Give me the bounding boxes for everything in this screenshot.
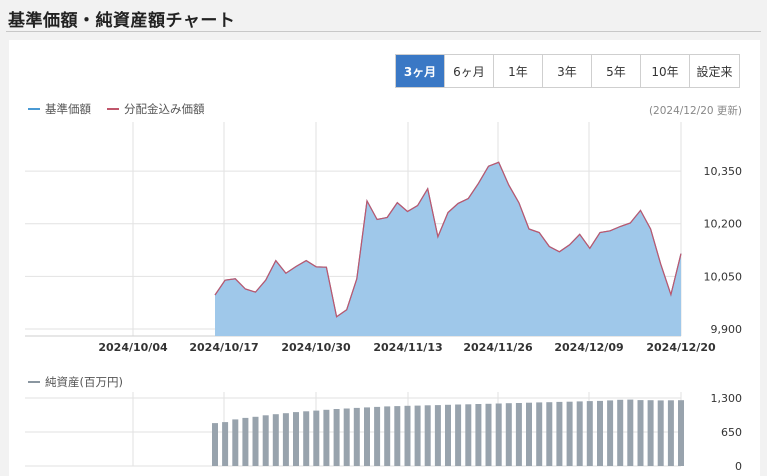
net-assets-bar xyxy=(515,403,522,466)
net-assets-bar xyxy=(414,405,421,466)
net-assets-bar xyxy=(637,400,644,466)
net-assets-bar xyxy=(323,409,330,466)
net-assets-bar xyxy=(647,400,654,466)
y-tick-label: 10,200 xyxy=(704,218,743,231)
x-tick-label: 2024/10/30 xyxy=(281,341,351,354)
net-assets-bar xyxy=(282,413,289,466)
y-tick-label: 0 xyxy=(735,460,742,473)
net-assets-bar xyxy=(586,401,593,466)
net-assets-bar xyxy=(384,406,391,466)
net-assets-bar xyxy=(627,399,634,466)
net-assets-bar xyxy=(445,404,451,466)
net-assets-bar xyxy=(485,403,492,466)
net-assets-bar xyxy=(495,403,502,466)
net-assets-bar xyxy=(424,405,431,466)
nav-area xyxy=(215,162,681,336)
net-assets-bar xyxy=(678,400,684,466)
net-assets-bar xyxy=(364,407,370,466)
header-divider xyxy=(6,31,761,32)
net-assets-bar xyxy=(566,401,573,466)
net-assets-bar xyxy=(657,400,664,466)
net-assets-bar xyxy=(232,419,239,466)
x-tick-label: 2024/10/04 xyxy=(98,341,168,354)
net-assets-bar xyxy=(222,422,229,466)
net-assets-bar xyxy=(505,403,512,466)
net-assets-bar xyxy=(556,401,563,466)
chart-panel: 3ヶ月 6ヶ月 1年 3年 5年 10年 設定来 基準価額 分配金込み価額 (2… xyxy=(9,40,760,476)
y-tick-label: 10,050 xyxy=(704,270,743,283)
net-assets-bar xyxy=(526,402,532,466)
net-assets-bar xyxy=(434,405,441,466)
x-tick-label: 2024/12/09 xyxy=(554,341,623,354)
net-assets-bar xyxy=(252,416,259,466)
net-assets-bar xyxy=(576,401,583,466)
chart-canvas: 2024/10/04 2024/10/17 2024/10/30 2024/11/13… xyxy=(25,122,743,473)
net-assets-bar xyxy=(546,402,553,466)
net-assets-bar xyxy=(293,412,299,466)
net-assets-bar xyxy=(242,417,249,466)
x-tick-label: 2024/11/26 xyxy=(463,341,533,354)
x-tick-label: 2024/12/20 xyxy=(646,341,716,354)
net-assets-bar xyxy=(333,409,340,466)
net-assets-bar xyxy=(597,400,603,466)
page-title: 基準価額・純資産額チャート xyxy=(8,11,236,31)
net-assets-bar xyxy=(313,410,320,466)
page-header: 基準価額・純資産額チャート xyxy=(0,0,767,33)
net-assets-bar xyxy=(343,408,350,466)
net-assets-bar xyxy=(262,415,269,466)
net-assets-bar xyxy=(617,399,624,466)
net-assets-bar xyxy=(455,404,462,466)
y-tick-label: 9,900 xyxy=(711,323,743,336)
x-tick-label: 2024/11/13 xyxy=(373,341,442,354)
x-tick-label: 2024/10/17 xyxy=(189,341,258,354)
net-assets-bar xyxy=(475,404,482,466)
net-assets-bar xyxy=(353,407,360,466)
net-assets-bar xyxy=(607,400,614,466)
net-assets-bar xyxy=(212,423,218,466)
net-assets-bar xyxy=(374,406,381,466)
net-assets-bar xyxy=(303,411,310,466)
net-assets-bar xyxy=(272,414,279,466)
net-assets-bar xyxy=(465,404,472,466)
y-tick-label: 1,300 xyxy=(711,392,743,405)
y-tick-label: 10,350 xyxy=(704,165,743,178)
net-assets-bar xyxy=(667,400,674,466)
net-assets-bar xyxy=(404,405,411,466)
net-assets-bar xyxy=(536,402,543,466)
y-tick-label: 650 xyxy=(721,426,742,439)
net-assets-bar xyxy=(394,406,401,466)
